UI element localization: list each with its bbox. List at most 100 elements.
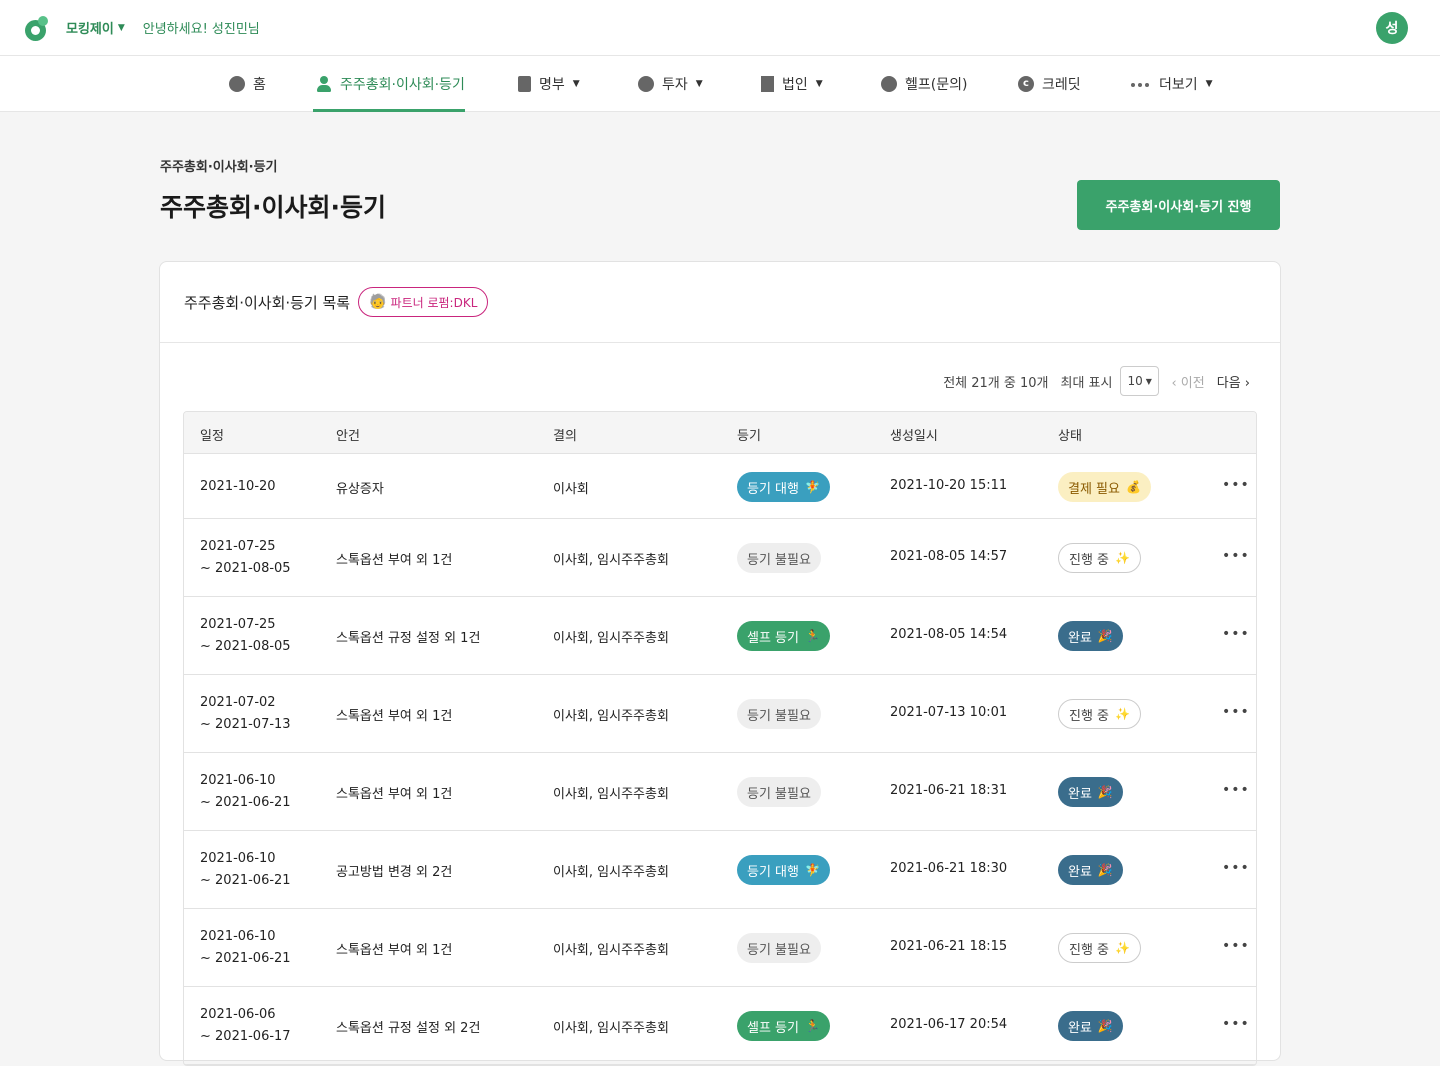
status-label: 진행 중 <box>1069 942 1110 958</box>
start-date: 2021-06-10 <box>200 851 276 866</box>
nav-label: 명부 <box>539 77 565 93</box>
registry-cell: 등기 대행 🧚 <box>737 855 830 885</box>
start-meeting-button[interactable]: 주주총회·이사회·등기 진행 <box>1077 180 1280 230</box>
status-label: 진행 중 <box>1069 552 1110 568</box>
table-row[interactable]: 2021-10-20 유상증자 이사회 등기 대행 🧚 2021-10-20 1… <box>184 454 1256 519</box>
agenda-cell: 스톡옵션 부여 외 1건 <box>336 709 453 724</box>
schedule-cell: 2021-07-02 ~ 2021-07-13 <box>200 692 291 736</box>
next-page-button[interactable]: 다음 › <box>1217 372 1250 391</box>
column-header: 결의 <box>553 429 577 444</box>
table-row[interactable]: 2021-07-25 ~ 2021-08-05 스톡옵션 부여 외 1건 이사회… <box>184 519 1256 597</box>
row-menu-button[interactable]: ••• <box>1222 938 1250 954</box>
schedule-cell: 2021-06-10 ~ 2021-06-21 <box>200 770 291 814</box>
table-row[interactable]: 2021-06-06 ~ 2021-06-17 스톡옵션 규정 설정 외 2건 … <box>184 987 1256 1065</box>
list-title: 주주총회·이사회·등기 목록 <box>184 293 351 312</box>
status-emoji-icon: ✨ <box>1115 941 1130 955</box>
nav-item-credit[interactable]: c 크레딧 <box>1018 56 1081 112</box>
status-emoji-icon: 🎉 <box>1097 863 1113 877</box>
table-row[interactable]: 2021-06-10 ~ 2021-06-21 스톡옵션 부여 외 1건 이사회… <box>184 753 1256 831</box>
avatar[interactable]: 성 <box>1376 12 1408 44</box>
resolution-cell: 이사회, 임시주주총회 <box>553 553 669 568</box>
status-cell: 진행 중 ✨ <box>1058 543 1141 573</box>
registry-label: 등기 대행 <box>747 864 799 880</box>
resolution-cell: 이사회, 임시주주총회 <box>553 787 669 802</box>
registry-label: 등기 불필요 <box>747 552 811 568</box>
registry-badge: 셀프 등기 🏃 <box>737 1011 830 1041</box>
schedule-cell: 2021-06-10 ~ 2021-06-21 <box>200 926 291 970</box>
end-date: ~ 2021-06-21 <box>200 795 291 810</box>
table-row[interactable]: 2021-06-10 ~ 2021-06-21 스톡옵션 부여 외 1건 이사회… <box>184 909 1256 987</box>
row-menu-button[interactable]: ••• <box>1222 782 1250 798</box>
nav-item-help[interactable]: 헬프(문의) <box>881 56 967 112</box>
nav-label: 주주총회·이사회·등기 <box>340 77 465 93</box>
nav-label: 투자 <box>662 77 688 93</box>
registry-emoji-icon: 🧚 <box>804 863 820 877</box>
status-label: 진행 중 <box>1069 708 1110 724</box>
table-row[interactable]: 2021-07-25 ~ 2021-08-05 스톡옵션 규정 설정 외 1건 … <box>184 597 1256 675</box>
chevron-down-icon: ▼ <box>572 79 580 89</box>
registry-badge: 등기 불필요 <box>737 777 821 807</box>
start-date: 2021-06-10 <box>200 773 276 788</box>
nav-label: 더보기 <box>1159 77 1198 93</box>
registry-cell: 등기 대행 🧚 <box>737 472 830 502</box>
row-menu-button[interactable]: ••• <box>1222 704 1250 720</box>
pie-chart-icon <box>638 76 654 92</box>
nav-item-investment[interactable]: 투자 ▼ <box>638 56 703 112</box>
status-label: 결제 필요 <box>1068 481 1120 497</box>
resolution-cell: 이사회, 임시주주총회 <box>553 865 669 880</box>
created-cell: 2021-07-13 10:01 <box>890 705 1008 720</box>
row-menu-button[interactable]: ••• <box>1222 548 1250 564</box>
nav-item-meetings[interactable]: 주주총회·이사회·등기 <box>313 56 465 112</box>
partner-badge[interactable]: 🧓 파트너 로펌:DKL <box>358 287 489 317</box>
nav-item-home[interactable]: 홈 <box>229 56 266 112</box>
registry-emoji-icon: 🏃 <box>804 1019 820 1033</box>
agenda-cell: 스톡옵션 규정 설정 외 2건 <box>336 1021 481 1036</box>
row-menu-button[interactable]: ••• <box>1222 860 1250 876</box>
start-date: 2021-10-20 <box>200 479 276 494</box>
nav-item-registry[interactable]: 명부 ▼ <box>518 56 580 112</box>
logo-icon[interactable] <box>24 15 50 41</box>
nav-item-corporation[interactable]: 법인 ▼ <box>761 56 823 112</box>
end-date: ~ 2021-06-17 <box>200 1029 291 1044</box>
table-row[interactable]: 2021-06-10 ~ 2021-06-21 공고방법 변경 외 2건 이사회… <box>184 831 1256 909</box>
registry-cell: 셀프 등기 🏃 <box>737 621 830 651</box>
status-label: 완료 <box>1068 786 1092 802</box>
resolution-cell: 이사회, 임시주주총회 <box>553 943 669 958</box>
nav-label: 크레딧 <box>1042 77 1081 93</box>
status-label: 완료 <box>1068 630 1092 646</box>
row-menu-button[interactable]: ••• <box>1222 477 1250 493</box>
row-menu-button[interactable]: ••• <box>1222 1016 1250 1032</box>
start-date: 2021-07-25 <box>200 539 276 554</box>
user-icon <box>316 76 332 92</box>
page-size-select[interactable]: 10 ▼ <box>1120 366 1160 396</box>
nav-item-more[interactable]: 더보기 ▼ <box>1131 56 1213 112</box>
prev-page-button[interactable]: ‹ 이전 <box>1171 372 1204 391</box>
pager-summary: 전체 21개 중 10개 <box>943 375 1049 391</box>
schedule-cell: 2021-07-25 ~ 2021-08-05 <box>200 536 291 580</box>
page-size-value: 10 <box>1127 374 1143 388</box>
table-body: 2021-10-20 유상증자 이사회 등기 대행 🧚 2021-10-20 1… <box>184 454 1256 1065</box>
agenda-cell: 스톡옵션 부여 외 1건 <box>336 553 453 568</box>
company-switcher[interactable]: 모킹제이 ▼ <box>66 18 125 37</box>
status-emoji-icon: 💰 <box>1125 480 1141 494</box>
end-date: ~ 2021-06-21 <box>200 951 291 966</box>
schedule-cell: 2021-06-06 ~ 2021-06-17 <box>200 1004 291 1048</box>
chevron-down-icon: ▼ <box>117 22 125 33</box>
agenda-cell: 유상증자 <box>336 482 384 497</box>
registry-label: 등기 불필요 <box>747 942 811 958</box>
registry-emoji-icon: 🧚 <box>804 480 820 494</box>
more-dots-icon <box>1131 76 1151 92</box>
pager-max-label: 최대 표시 <box>1060 375 1113 391</box>
registry-cell: 등기 불필요 <box>737 543 821 573</box>
agenda-cell: 스톡옵션 부여 외 1건 <box>336 943 453 958</box>
row-menu-button[interactable]: ••• <box>1222 626 1250 642</box>
agenda-cell: 스톡옵션 부여 외 1건 <box>336 787 453 802</box>
resolution-cell: 이사회, 임시주주총회 <box>553 631 669 646</box>
registry-label: 셀프 등기 <box>747 630 799 646</box>
compass-icon <box>229 76 245 92</box>
start-date: 2021-06-10 <box>200 929 276 944</box>
registry-label: 셀프 등기 <box>747 1020 799 1036</box>
caret-down-icon: ▼ <box>1145 376 1152 386</box>
nav-label: 홈 <box>253 77 266 93</box>
table-row[interactable]: 2021-07-02 ~ 2021-07-13 스톡옵션 부여 외 1건 이사회… <box>184 675 1256 753</box>
